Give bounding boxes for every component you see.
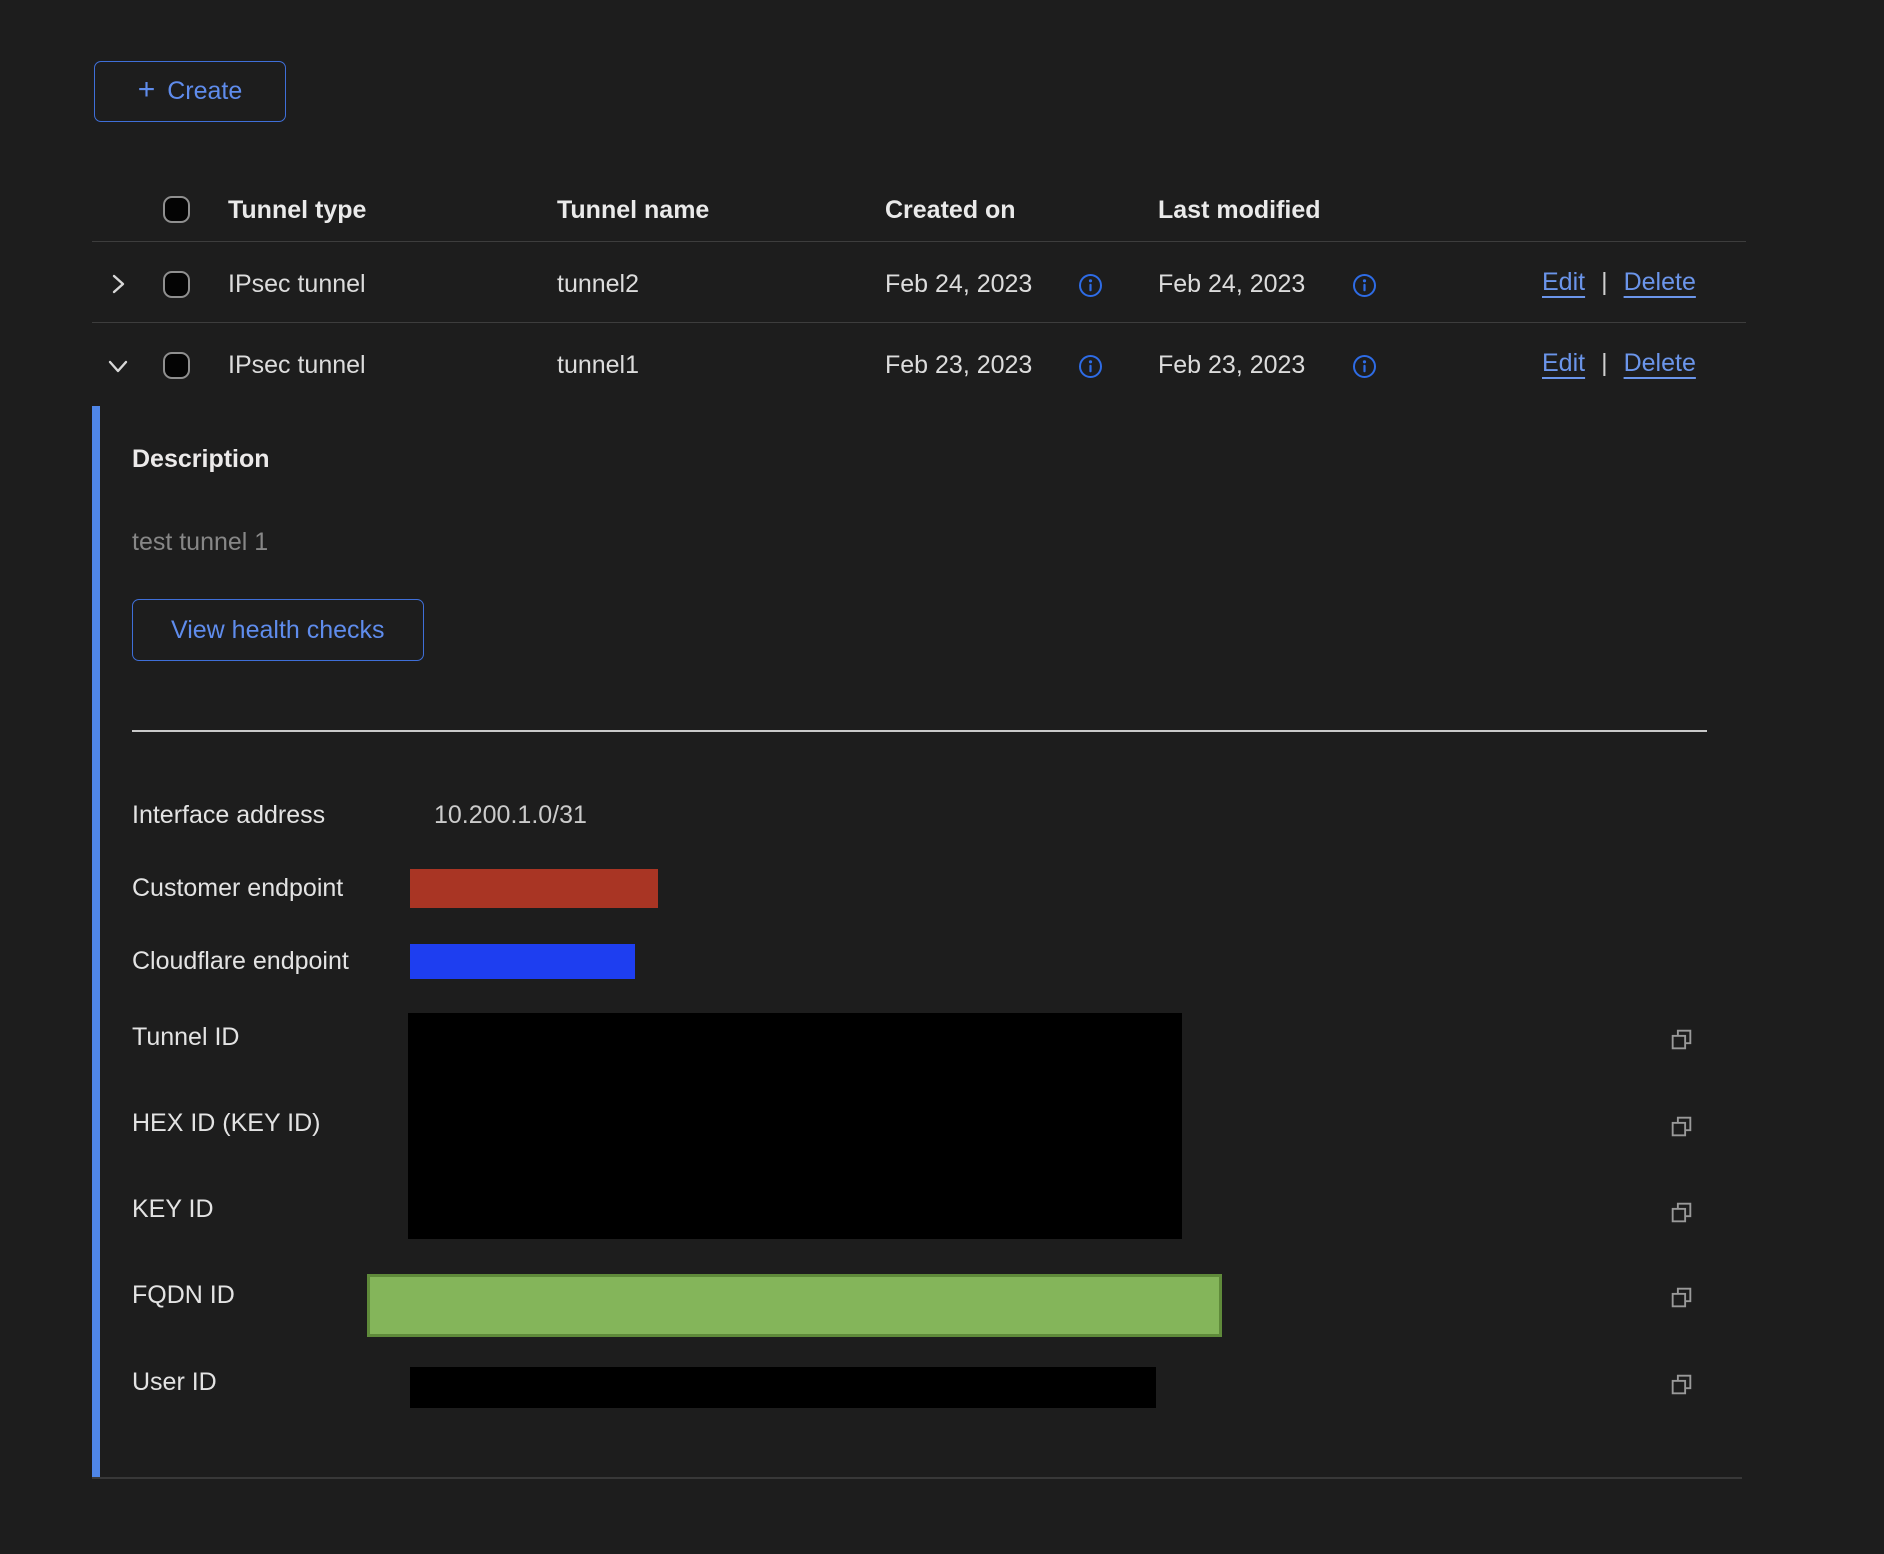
create-button-label: Create	[167, 77, 242, 106]
header-divider	[92, 241, 1746, 242]
chevron-down-icon[interactable]	[103, 351, 133, 381]
info-icon[interactable]	[1078, 354, 1103, 379]
row-checkbox[interactable]	[163, 271, 190, 298]
delete-link[interactable]: Delete	[1624, 349, 1696, 378]
interface-address-value: 10.200.1.0/31	[434, 801, 587, 830]
column-header-tunnel-type: Tunnel type	[228, 196, 366, 225]
link-separator: |	[1601, 268, 1608, 297]
cell-created-on: Feb 23, 2023	[885, 351, 1032, 380]
info-icon[interactable]	[1352, 354, 1377, 379]
copy-key-id-icon[interactable]	[1668, 1199, 1695, 1226]
hex-id-label: HEX ID (KEY ID)	[132, 1109, 320, 1138]
cell-last-modified: Feb 24, 2023	[1158, 270, 1305, 299]
cell-tunnel-type: IPsec tunnel	[228, 270, 366, 299]
interface-address-label: Interface address	[132, 801, 325, 830]
info-icon[interactable]	[1078, 273, 1103, 298]
cell-tunnel-name: tunnel1	[557, 351, 639, 380]
expanded-row-indicator-bar	[92, 406, 100, 1478]
info-icon[interactable]	[1352, 273, 1377, 298]
ids-redaction	[408, 1013, 1182, 1239]
column-header-tunnel-name: Tunnel name	[557, 196, 709, 225]
cell-last-modified: Feb 23, 2023	[1158, 351, 1305, 380]
fqdn-id-label: FQDN ID	[132, 1281, 235, 1310]
plus-icon: +	[138, 75, 156, 105]
edit-link[interactable]: Edit	[1542, 268, 1585, 297]
link-separator: |	[1601, 349, 1608, 378]
description-heading: Description	[132, 445, 270, 474]
copy-tunnel-id-icon[interactable]	[1668, 1026, 1695, 1053]
copy-hex-id-icon[interactable]	[1668, 1113, 1695, 1140]
tunnels-page: + Create Tunnel type Tunnel name Created…	[0, 0, 1884, 1554]
row-checkbox[interactable]	[163, 352, 190, 379]
column-header-created-on: Created on	[885, 196, 1016, 225]
customer-endpoint-label: Customer endpoint	[132, 874, 343, 903]
row-divider	[92, 322, 1746, 323]
user-id-redaction	[410, 1367, 1156, 1408]
key-id-label: KEY ID	[132, 1195, 214, 1224]
section-divider	[132, 730, 1707, 732]
copy-fqdn-id-icon[interactable]	[1668, 1284, 1695, 1311]
cell-created-on: Feb 24, 2023	[885, 270, 1032, 299]
column-header-last-modified: Last modified	[1158, 196, 1321, 225]
cell-tunnel-name: tunnel2	[557, 270, 639, 299]
cloudflare-endpoint-label: Cloudflare endpoint	[132, 947, 349, 976]
chevron-right-icon[interactable]	[103, 269, 133, 299]
description-value: test tunnel 1	[132, 528, 268, 557]
view-health-checks-button[interactable]: View health checks	[132, 599, 424, 661]
select-all-checkbox[interactable]	[163, 196, 190, 223]
panel-bottom-divider	[92, 1477, 1742, 1479]
customer-endpoint-redaction	[410, 869, 658, 908]
view-health-checks-label: View health checks	[171, 616, 385, 645]
edit-link[interactable]: Edit	[1542, 349, 1585, 378]
cloudflare-endpoint-redaction	[410, 944, 635, 979]
copy-user-id-icon[interactable]	[1668, 1371, 1695, 1398]
delete-link[interactable]: Delete	[1624, 268, 1696, 297]
create-button[interactable]: + Create	[94, 61, 286, 122]
user-id-label: User ID	[132, 1368, 217, 1397]
tunnel-id-label: Tunnel ID	[132, 1023, 239, 1052]
cell-tunnel-type: IPsec tunnel	[228, 351, 366, 380]
fqdn-id-redaction	[367, 1274, 1222, 1337]
